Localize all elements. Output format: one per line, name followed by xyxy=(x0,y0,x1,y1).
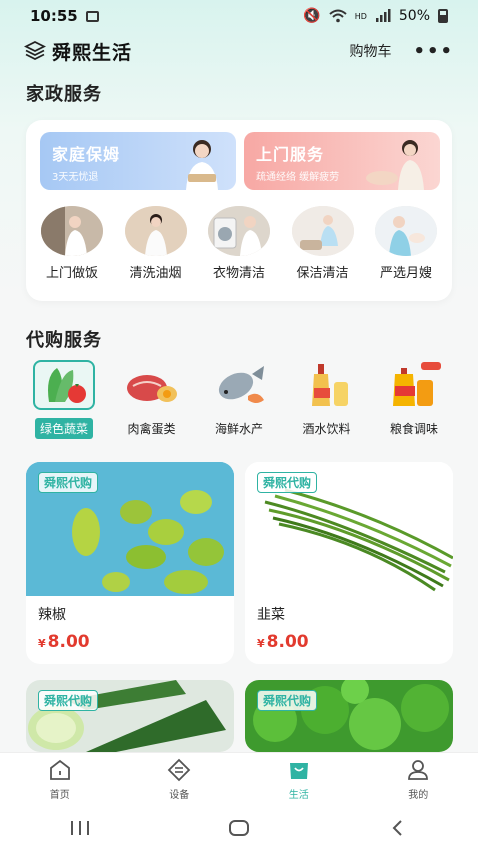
shopping-bag-icon xyxy=(289,763,308,779)
system-nav-bar xyxy=(0,806,478,850)
drinks-icon xyxy=(296,360,358,410)
banner-subtitle: 疏通经络 缓解疲劳 xyxy=(256,172,340,183)
product-price: ¥8.00 xyxy=(38,632,90,652)
product-name: 韭菜 xyxy=(257,607,285,623)
service-photo xyxy=(375,206,437,256)
service-photo xyxy=(208,206,270,256)
app-bar: 舜熙生活 购物车 ••• xyxy=(0,32,478,70)
product-photo: 舜熙代购 xyxy=(26,462,234,596)
category-label: 粮食调味 xyxy=(389,422,438,436)
banner-title: 上门服务 xyxy=(256,145,325,164)
service-label: 清洗油烟 xyxy=(129,266,182,281)
banner-nanny[interactable]: 家庭保姆 3天无忧退 xyxy=(40,132,236,190)
product-card-lettuce[interactable]: 舜熙代购 xyxy=(245,680,453,752)
category-grain-seasoning[interactable]: 粮食调味 xyxy=(376,360,452,439)
nanny-photo-icon xyxy=(186,140,218,190)
banner-home-visit[interactable]: 上门服务 疏通经络 缓解疲劳 xyxy=(244,132,440,190)
service-label: 上门做饭 xyxy=(45,266,98,281)
status-bar: 10:55 🔇 HD 50% xyxy=(0,0,478,32)
service-label: 严选月嫂 xyxy=(379,266,432,281)
service-photo xyxy=(124,206,187,256)
mute-icon: 🔇 xyxy=(303,8,321,24)
banner-title: 家庭保姆 xyxy=(52,145,121,164)
price-currency: ¥ xyxy=(38,637,46,650)
banner-subtitle: 3天无忧退 xyxy=(52,172,99,183)
home-service-list: 上门做饭 清洗油烟 衣物清洁 保洁清洁 严选月嫂 xyxy=(32,206,446,281)
tab-label: 设备 xyxy=(169,790,190,801)
cart-button[interactable]: 购物车 xyxy=(349,41,391,61)
product-name: 辣椒 xyxy=(38,607,66,623)
wifi-icon xyxy=(329,9,347,23)
product-card-cucumber[interactable]: 舜熙代购 xyxy=(26,680,234,752)
device-icon xyxy=(167,758,191,782)
app-title: 舜熙生活 xyxy=(52,41,133,64)
gallery-notification-icon xyxy=(85,10,99,22)
product-card-pepper[interactable]: 舜熙代购 辣椒 ¥8.00 xyxy=(26,462,234,664)
service-label: 保洁清洁 xyxy=(296,266,349,281)
category-seafood[interactable]: 海鲜水产 xyxy=(201,360,277,439)
product-source-tag: 舜熙代购 xyxy=(38,472,99,493)
back-icon[interactable] xyxy=(387,819,409,837)
meat-icon xyxy=(121,360,183,410)
home-button-icon[interactable] xyxy=(228,819,250,837)
product-source-tag: 舜熙代购 xyxy=(257,472,318,493)
product-card-chives[interactable]: 舜熙代购 韭菜 ¥8.00 xyxy=(245,462,453,664)
vegetables-icon xyxy=(33,360,95,410)
category-meat-eggs[interactable]: 肉禽蛋类 xyxy=(114,360,190,439)
seafood-icon xyxy=(208,360,270,410)
service-photo xyxy=(291,206,354,256)
category-list: 绿色蔬菜 肉禽蛋类 海鲜水产 酒水饮料 粮食调味 xyxy=(26,360,452,439)
category-label: 绿色蔬菜 xyxy=(34,418,93,439)
battery-icon xyxy=(438,9,448,23)
service-photo xyxy=(41,206,103,256)
price-value: 8.00 xyxy=(266,632,309,652)
category-drinks[interactable]: 酒水饮料 xyxy=(289,360,365,439)
product-price: ¥8.00 xyxy=(257,632,309,652)
bottom-tab-bar: 首页 设备 生活 我的 xyxy=(0,752,478,806)
recents-icon[interactable] xyxy=(69,819,91,837)
category-vegetables[interactable]: 绿色蔬菜 xyxy=(26,360,102,439)
category-label: 酒水饮料 xyxy=(302,422,351,436)
tab-devices[interactable]: 设备 xyxy=(120,753,240,806)
battery-percent: 50% xyxy=(398,8,430,24)
product-source-tag: 舜熙代购 xyxy=(38,690,99,711)
home-services-title: 家政服务 xyxy=(26,84,102,105)
tab-profile[interactable]: 我的 xyxy=(359,753,478,806)
app-logo-icon xyxy=(24,40,46,61)
tab-label: 我的 xyxy=(408,790,429,801)
service-home-cooking[interactable]: 上门做饭 xyxy=(32,206,112,281)
tab-label: 生活 xyxy=(288,790,309,801)
category-label: 肉禽蛋类 xyxy=(127,422,176,436)
signal-icon xyxy=(375,9,391,22)
product-photo: 舜熙代购 xyxy=(26,680,234,752)
hd-label: HD xyxy=(354,11,367,21)
purchase-services-title: 代购服务 xyxy=(26,330,102,351)
tab-label: 首页 xyxy=(49,790,70,801)
home-services-card: 家庭保姆 3天无忧退 上门服务 疏通经络 缓解疲劳 上门做饭 清洗油烟 衣物清洁… xyxy=(26,120,452,301)
tab-home[interactable]: 首页 xyxy=(0,753,120,806)
home-icon xyxy=(49,759,70,780)
product-source-tag: 舜熙代购 xyxy=(257,690,318,711)
service-maternity-nanny[interactable]: 严选月嫂 xyxy=(366,206,446,281)
status-time: 10:55 xyxy=(30,7,78,25)
service-label: 衣物清洁 xyxy=(212,266,265,281)
massage-photo-icon xyxy=(366,140,424,190)
service-house-cleaning[interactable]: 保洁清洁 xyxy=(283,206,363,281)
product-photo: 舜熙代购 xyxy=(245,462,453,596)
price-value: 8.00 xyxy=(47,632,90,652)
service-range-hood-cleaning[interactable]: 清洗油烟 xyxy=(116,206,196,281)
category-label: 海鲜水产 xyxy=(214,422,263,436)
tab-life[interactable]: 生活 xyxy=(239,753,359,806)
service-laundry[interactable]: 衣物清洁 xyxy=(199,206,279,281)
price-currency: ¥ xyxy=(257,637,265,650)
user-icon xyxy=(408,760,429,780)
more-menu-icon[interactable]: ••• xyxy=(413,41,454,62)
product-photo: 舜熙代购 xyxy=(245,680,453,752)
grain-oil-icon xyxy=(383,360,445,410)
